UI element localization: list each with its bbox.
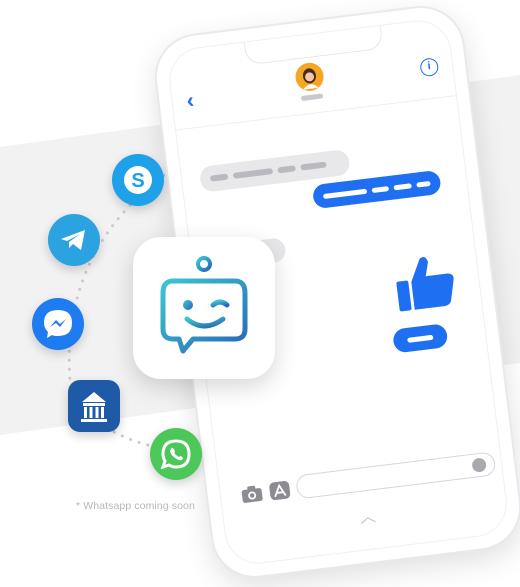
message-input[interactable]	[295, 451, 497, 500]
outgoing-message	[391, 323, 449, 354]
camera-icon[interactable]	[240, 484, 264, 505]
svg-text:S: S	[131, 170, 144, 192]
chat-header: ‹ i	[166, 17, 457, 131]
government-building-icon[interactable]	[68, 380, 120, 432]
chevron-left-icon[interactable]: ‹	[185, 87, 195, 113]
chat-bot-icon	[133, 237, 275, 379]
skype-icon[interactable]: S	[112, 154, 164, 206]
phone-notch	[243, 23, 384, 66]
home-indicator-chevron-icon: ︿	[358, 508, 377, 527]
contact-name-placeholder	[300, 93, 324, 102]
info-icon[interactable]: i	[419, 57, 440, 78]
whatsapp-footnote: * Whatsapp coming soon	[76, 500, 195, 512]
microphone-icon[interactable]	[471, 457, 487, 473]
app-store-icon[interactable]	[268, 480, 292, 501]
whatsapp-icon[interactable]	[150, 428, 202, 480]
telegram-icon[interactable]	[48, 214, 100, 266]
avatar[interactable]	[293, 61, 326, 93]
messenger-icon[interactable]	[32, 298, 84, 350]
thumbs-up-icon	[396, 257, 454, 312]
